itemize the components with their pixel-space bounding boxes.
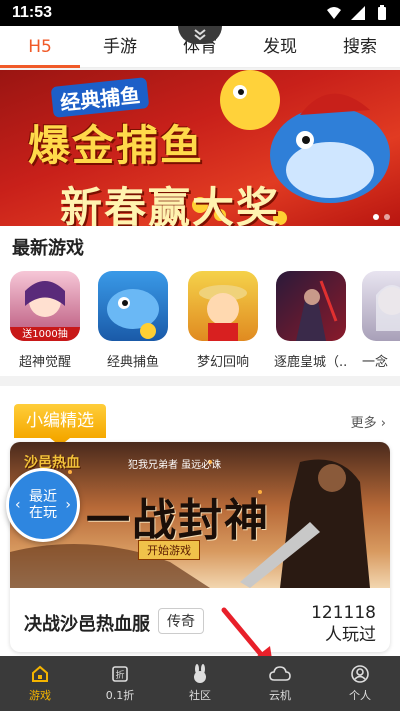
nav-label: 个人	[349, 689, 371, 702]
nav-label: 0.1折	[105, 689, 135, 702]
recent-label-line2: 在玩	[29, 505, 57, 521]
featured-game-name: 决战沙邑热血服	[24, 614, 150, 635]
cloud-icon	[269, 666, 291, 681]
tab-search[interactable]: 搜索	[320, 26, 400, 68]
game-art	[376, 285, 400, 331]
players-count-number: 121118	[311, 603, 376, 623]
game-name: 一念	[362, 355, 389, 370]
nav-label: 社区	[189, 689, 211, 702]
home-icon	[32, 665, 48, 682]
rabbit-icon	[194, 664, 206, 683]
editor-pick-title: 小编精选	[14, 404, 106, 446]
tab-h5[interactable]: H5	[0, 26, 80, 68]
tab-mobile-games[interactable]: 手游	[80, 26, 160, 68]
start-game-button[interactable]: 开始游戏	[138, 540, 200, 560]
game-item[interactable]: 送1000抽 超神觉醒	[8, 271, 82, 370]
players-count: 121118 人玩过	[311, 602, 376, 646]
more-link[interactable]: 更多 ›	[351, 412, 386, 431]
featured-headline: 一战封神	[86, 495, 270, 546]
game-item[interactable]: 一念	[362, 271, 400, 370]
nav-discount[interactable]: 折 0.1折	[80, 656, 160, 711]
game-item[interactable]: 经典捕鱼	[96, 271, 170, 370]
game-item[interactable]: 逐鹿皇城（...	[274, 271, 348, 370]
game-thumbnail: 送1000抽	[10, 271, 80, 341]
game-thumbnail	[188, 271, 258, 341]
game-name: 梦幻回响	[196, 355, 249, 370]
nav-label: 游戏	[29, 689, 51, 702]
tab-discover[interactable]: 发现	[240, 26, 320, 68]
recent-label-line1: 最近	[29, 489, 57, 505]
bottom-nav: 游戏 折 0.1折 社区 云机 个人	[0, 656, 400, 711]
battery-icon	[378, 5, 386, 20]
game-name: 超神觉醒	[18, 355, 71, 370]
pagination-dot	[384, 214, 390, 220]
game-name: 逐鹿皇城（...	[274, 355, 348, 370]
game-art	[107, 289, 159, 339]
section-title: 最新游戏	[12, 238, 84, 259]
person-icon	[351, 665, 369, 683]
recent-played-button[interactable]: ‹ 最近 在玩 ›	[6, 468, 80, 542]
double-chevron-down-icon	[194, 29, 206, 41]
banner-pagination	[373, 214, 390, 220]
status-bar: 11:53	[0, 0, 400, 26]
game-thumbnail	[98, 271, 168, 341]
pagination-dot	[373, 214, 379, 220]
nav-label: 云机	[269, 689, 291, 702]
status-time: 11:53	[12, 4, 53, 21]
nav-games[interactable]: 游戏	[0, 656, 80, 711]
chevron-right-icon: ›	[65, 497, 71, 513]
game-art	[296, 280, 338, 341]
game-name: 经典捕鱼	[106, 355, 159, 370]
featured-game-card[interactable]: 沙邑热血 犯我兄弟者 虽远必诛 一战封神 开始游戏 决战沙邑热血服 传奇 121…	[10, 442, 390, 652]
genre-tag: 传奇	[158, 608, 204, 634]
featured-slogan: 犯我兄弟者 虽远必诛	[128, 460, 222, 471]
nav-profile[interactable]: 个人	[320, 656, 400, 711]
discount-icon: 折	[112, 666, 128, 682]
game-art	[199, 285, 247, 341]
players-count-suffix: 人玩过	[325, 625, 376, 645]
more-label: 更多	[350, 416, 377, 431]
nav-community[interactable]: 社区	[160, 656, 240, 711]
svg-text:折: 折	[115, 669, 124, 681]
new-games-section: 最新游戏 送1000抽 超神觉醒 经典捕鱼 梦幻回响 逐鹿皇城（... 一念	[0, 226, 400, 376]
chevron-left-icon: ‹	[15, 497, 21, 513]
chevron-right-icon: ›	[380, 416, 386, 431]
status-icons	[326, 5, 390, 21]
game-thumbnail	[362, 271, 400, 341]
wifi-icon	[327, 7, 341, 19]
promo-banner[interactable]: 经典捕鱼 爆金捕鱼 新春赢大奖	[0, 70, 400, 226]
game-item[interactable]: 梦幻回响	[186, 271, 260, 370]
nav-cloud[interactable]: 云机	[240, 656, 320, 711]
banner-headline: 爆金捕鱼	[28, 121, 205, 170]
banner-subheadline: 新春赢大奖	[60, 183, 281, 226]
game-badge: 送1000抽	[22, 329, 68, 340]
signal-icon	[351, 6, 365, 20]
game-thumbnail	[276, 271, 346, 341]
